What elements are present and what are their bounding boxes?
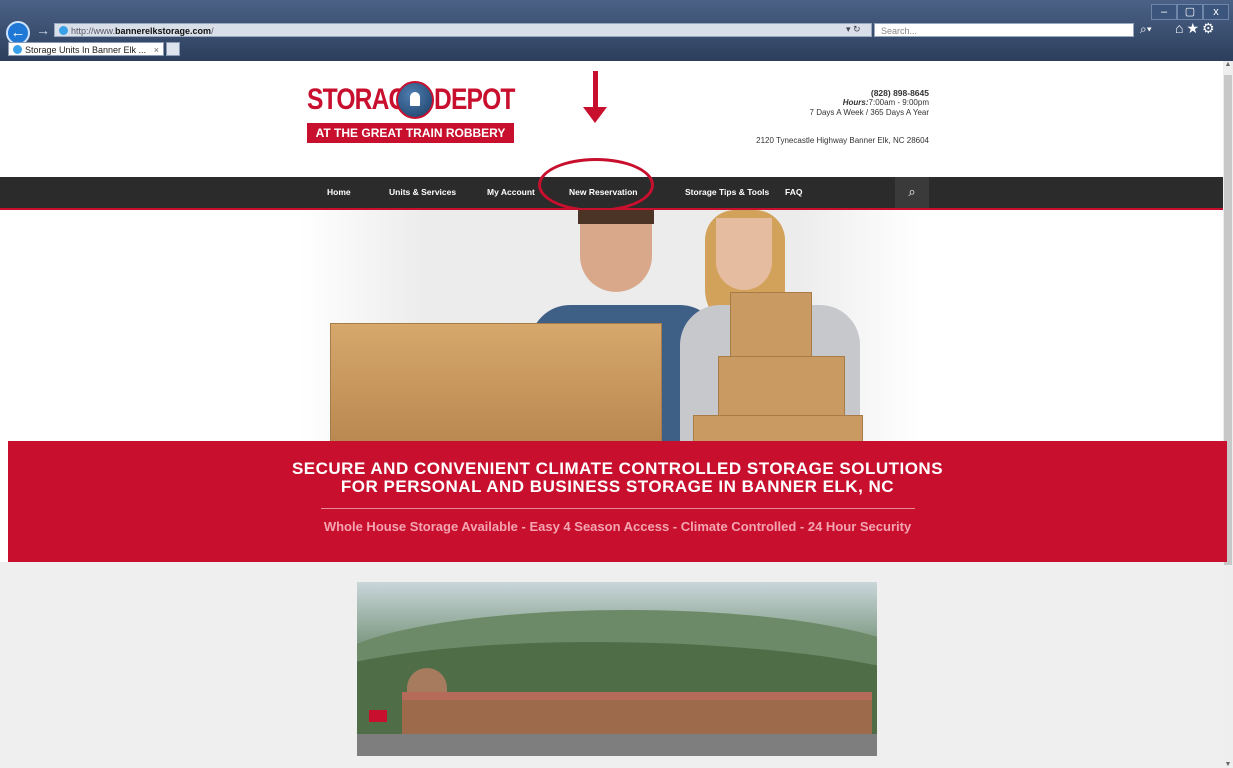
minimize-button[interactable]: – bbox=[1151, 4, 1177, 20]
ie-tab-icon bbox=[13, 45, 22, 54]
facility-photo bbox=[357, 582, 877, 756]
tab-title: Storage Units In Banner Elk ... bbox=[25, 45, 147, 55]
phone-number[interactable]: (828) 898-8645 bbox=[756, 88, 929, 98]
banner-subline: Whole House Storage Available - Easy 4 S… bbox=[323, 519, 912, 534]
days-line: 7 Days A Week / 365 Days A Year bbox=[809, 108, 929, 117]
favorites-star-icon[interactable]: ★ bbox=[1186, 20, 1202, 36]
browser-tab[interactable]: Storage Units In Banner Elk ... × bbox=[8, 42, 164, 56]
nav-units-services[interactable]: Units & Services bbox=[389, 177, 456, 208]
nav-faq[interactable]: FAQ bbox=[785, 177, 802, 208]
banner-divider bbox=[320, 508, 915, 509]
new-tab-button[interactable] bbox=[166, 42, 180, 56]
promo-banner: SECURE AND CONVENIENT CLIMATE CONTROLLED… bbox=[8, 441, 1227, 562]
settings-gear-icon[interactable]: ⚙ bbox=[1202, 20, 1218, 36]
large-cardboard-box bbox=[330, 323, 662, 441]
hours-label: Hours: bbox=[842, 98, 869, 107]
main-nav: Home Units & Services My Account New Res… bbox=[0, 177, 1223, 210]
nav-storage-tips-tools[interactable]: Storage Tips & Tools bbox=[685, 177, 769, 208]
window-controls: – ▢ x bbox=[1151, 4, 1229, 20]
scroll-up-icon[interactable]: ▲ bbox=[1223, 61, 1233, 68]
nav-home[interactable]: Home bbox=[327, 177, 351, 208]
hours-line: Hours:7:00am - 9:00pm bbox=[756, 98, 929, 108]
hours-value: 7:00am - 9:00pm bbox=[868, 98, 929, 107]
banner-headline-line2: FOR PERSONAL AND BUSINESS STORAGE IN BAN… bbox=[340, 477, 895, 496]
cardboard-box bbox=[718, 356, 845, 423]
browser-toolbar-icons: ⌂★⚙ bbox=[1175, 20, 1218, 37]
browser-chrome: – ▢ x ← → http://www.bannerelkstorage.co… bbox=[0, 0, 1233, 61]
lower-section bbox=[0, 562, 1223, 768]
annotation-arrow-icon bbox=[583, 71, 607, 123]
scroll-down-icon[interactable]: ▼ bbox=[1223, 761, 1233, 768]
street-address: 2120 Tynecastle Highway Banner Elk, NC 2… bbox=[756, 136, 929, 145]
page-scrollbar[interactable]: ▲ ▼ bbox=[1223, 61, 1233, 768]
storage-depot-logo[interactable]: STORAGE DEPOT AT THE GREAT TRAIN ROBBERY bbox=[307, 81, 515, 151]
cardboard-box bbox=[730, 292, 812, 358]
browser-search-input[interactable]: Search... bbox=[874, 23, 1134, 37]
contact-info: (828) 898-8645 Hours:7:00am - 9:00pm 7 D… bbox=[756, 88, 929, 146]
url-prefix: http://www. bbox=[71, 26, 116, 36]
hero-image bbox=[0, 210, 1223, 441]
banner-headline: SECURE AND CONVENIENT CLIMATE CONTROLLED… bbox=[8, 460, 1227, 496]
logo-word-depot: DEPOT bbox=[434, 83, 515, 116]
close-window-button[interactable]: x bbox=[1203, 4, 1229, 20]
site-header: STORAGE DEPOT AT THE GREAT TRAIN ROBBERY… bbox=[0, 61, 1223, 177]
banner-headline-line1: SECURE AND CONVENIENT CLIMATE CONTROLLED… bbox=[291, 459, 944, 478]
url-suffix: / bbox=[211, 26, 214, 36]
forward-arrow-icon[interactable]: → bbox=[36, 22, 50, 38]
nav-new-reservation[interactable]: New Reservation bbox=[569, 177, 638, 208]
url-domain: bannerelkstorage.com bbox=[115, 26, 212, 36]
padlock-logo-icon bbox=[396, 81, 434, 119]
address-bar[interactable]: http://www.bannerelkstorage.com/ bbox=[54, 23, 872, 37]
restore-button[interactable]: ▢ bbox=[1177, 4, 1203, 20]
refresh-icon[interactable]: ▾ ↻ bbox=[846, 24, 861, 35]
search-icon[interactable]: ⌕▾ bbox=[1140, 22, 1152, 37]
close-tab-icon[interactable]: × bbox=[154, 43, 159, 55]
logo-tagline: AT THE GREAT TRAIN ROBBERY bbox=[307, 123, 514, 143]
cardboard-box bbox=[693, 415, 863, 441]
home-icon[interactable]: ⌂ bbox=[1175, 20, 1186, 36]
ie-page-icon bbox=[59, 26, 68, 35]
nav-my-account[interactable]: My Account bbox=[487, 177, 535, 208]
site-search-icon[interactable]: ⌕ bbox=[895, 177, 929, 208]
